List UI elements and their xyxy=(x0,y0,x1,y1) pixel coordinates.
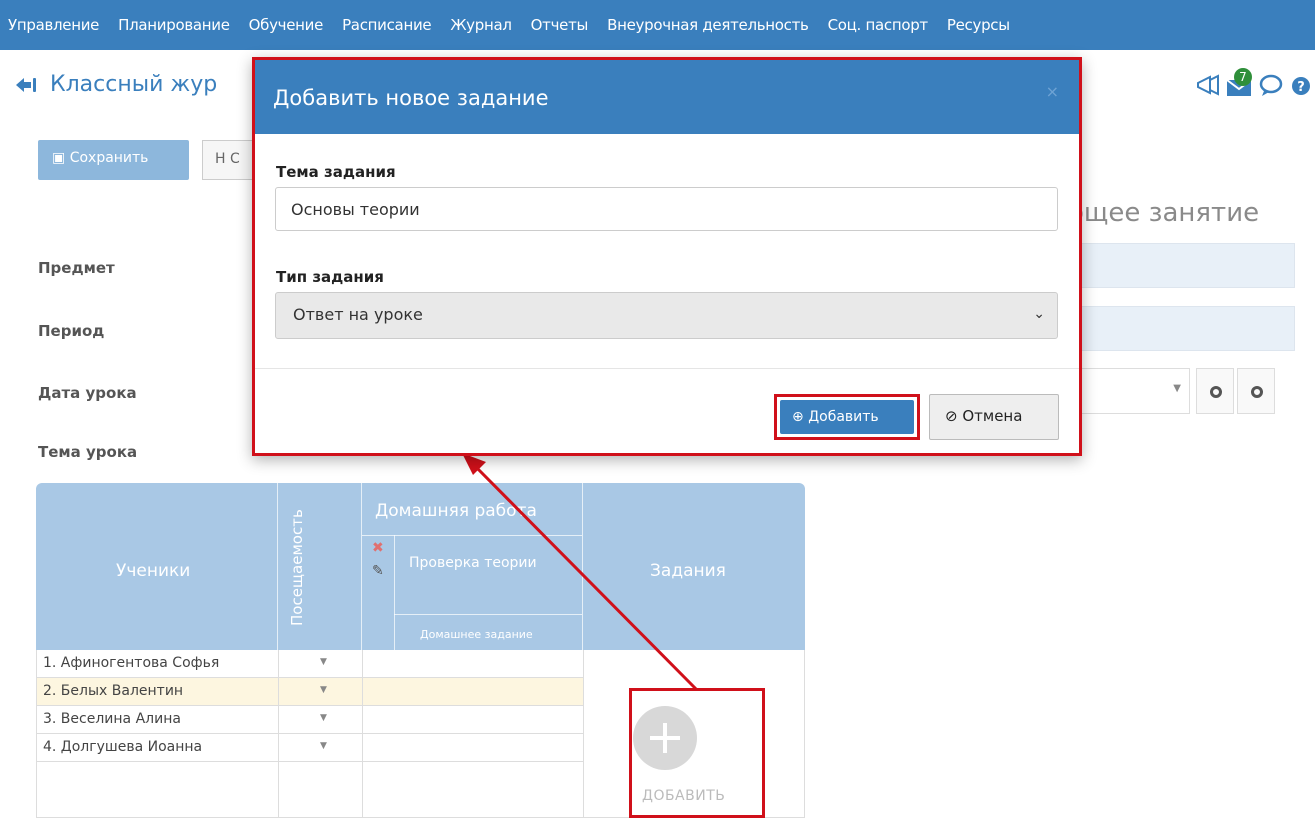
nav-resources[interactable]: Ресурсы xyxy=(947,16,1010,34)
student-name: 3. Веселина Алина xyxy=(43,711,181,727)
modal-header: Добавить новое задание × xyxy=(255,60,1079,134)
next-date-button[interactable] xyxy=(1237,368,1275,414)
add-task-highlight xyxy=(629,688,765,818)
chat-icon[interactable] xyxy=(1259,74,1287,98)
back-arrow-icon[interactable] xyxy=(14,76,38,94)
student-name: 2. Белых Валентин xyxy=(43,683,184,699)
task-type-select[interactable]: Ответ на уроке ⌄ xyxy=(275,292,1058,339)
table-row: 4. Долгушева Иоанна ▼ xyxy=(37,734,583,762)
homework-task-header: Домашнее задание xyxy=(420,628,533,641)
tasks-header: Задания xyxy=(650,561,726,581)
attendance-dropdown[interactable]: ▼ xyxy=(320,741,327,751)
modal-title: Добавить новое задание xyxy=(273,86,549,110)
lesson-topic-label: Тема урока xyxy=(38,443,138,461)
save-button-label: Сохранить xyxy=(69,150,149,166)
add-button-label: Добавить xyxy=(808,409,879,425)
theory-check-header: Проверка теории xyxy=(409,555,537,571)
add-button[interactable]: ⊕ Добавить xyxy=(780,400,914,434)
task-type-label: Тип задания xyxy=(276,268,384,286)
header-icons: ? xyxy=(1195,74,1311,98)
attendance-dropdown[interactable]: ▼ xyxy=(320,657,327,667)
add-button-highlight: ⊕ Добавить xyxy=(774,394,920,440)
table-row: 1. Афиногентова Софья ▼ xyxy=(37,650,583,678)
nav-journal[interactable]: Журнал xyxy=(450,16,512,34)
table-row: 2. Белых Валентин ▼ xyxy=(37,678,583,706)
prev-date-button[interactable] xyxy=(1196,368,1234,414)
task-topic-label: Тема задания xyxy=(276,163,396,181)
edit-pencil-icon[interactable]: ✎ xyxy=(372,563,384,579)
nav-reports[interactable]: Отчеты xyxy=(531,16,589,34)
subject-label: Предмет xyxy=(38,259,115,277)
task-topic-input[interactable] xyxy=(275,187,1058,231)
nav-schedule[interactable]: Расписание xyxy=(342,16,432,34)
student-name: 4. Долгушева Иоанна xyxy=(43,739,203,755)
cancel-button[interactable]: ⊘ Отмена xyxy=(929,394,1059,440)
chevron-down-icon: ⌄ xyxy=(1033,306,1045,322)
svg-text:?: ? xyxy=(1297,80,1305,95)
subject-field[interactable] xyxy=(1060,243,1295,288)
page-title: Классный жур xyxy=(50,72,218,97)
nav-extracurricular[interactable]: Внеурочная деятельность xyxy=(607,16,809,34)
students-header: Ученики xyxy=(116,561,191,581)
attendance-header: Посещаемость xyxy=(288,509,306,626)
top-nav: Управление Планирование Обучение Расписа… xyxy=(0,0,1315,50)
table-row: 3. Веселина Алина ▼ xyxy=(37,706,583,734)
attendance-dropdown[interactable]: ▼ xyxy=(320,713,327,723)
attendance-dropdown[interactable]: ▼ xyxy=(320,685,327,695)
student-name: 1. Афиногентова Софья xyxy=(43,655,220,671)
mail-badge: 7 xyxy=(1234,68,1252,86)
period-label: Период xyxy=(38,322,105,340)
table-header: Ученики Посещаемость Домашняя работа ✖ ✎… xyxy=(36,483,805,650)
save-button[interactable]: ▣ Сохранить xyxy=(38,140,189,180)
nav-education[interactable]: Обучение xyxy=(249,16,324,34)
add-task-modal: Добавить новое задание × Тема задания Ти… xyxy=(252,57,1082,456)
nav-management[interactable]: Управление xyxy=(8,16,99,34)
nav-planning[interactable]: Планирование xyxy=(118,16,230,34)
period-field[interactable] xyxy=(1060,306,1295,351)
close-icon[interactable]: × xyxy=(1046,82,1059,101)
megaphone-icon[interactable] xyxy=(1195,74,1221,98)
homework-header: Домашняя работа xyxy=(375,501,537,521)
modal-footer-divider xyxy=(255,368,1079,369)
caret-down-icon: ▼ xyxy=(1173,383,1181,394)
cancel-button-label: Отмена xyxy=(962,407,1023,425)
task-type-value: Ответ на уроке xyxy=(293,305,423,324)
nav-social-passport[interactable]: Соц. паспорт xyxy=(828,16,929,34)
delete-icon[interactable]: ✖ xyxy=(372,540,384,556)
help-icon[interactable]: ? xyxy=(1291,74,1311,98)
lesson-date-label: Дата урока xyxy=(38,384,137,402)
next-lesson-link[interactable]: ощее занятие xyxy=(1068,198,1259,228)
